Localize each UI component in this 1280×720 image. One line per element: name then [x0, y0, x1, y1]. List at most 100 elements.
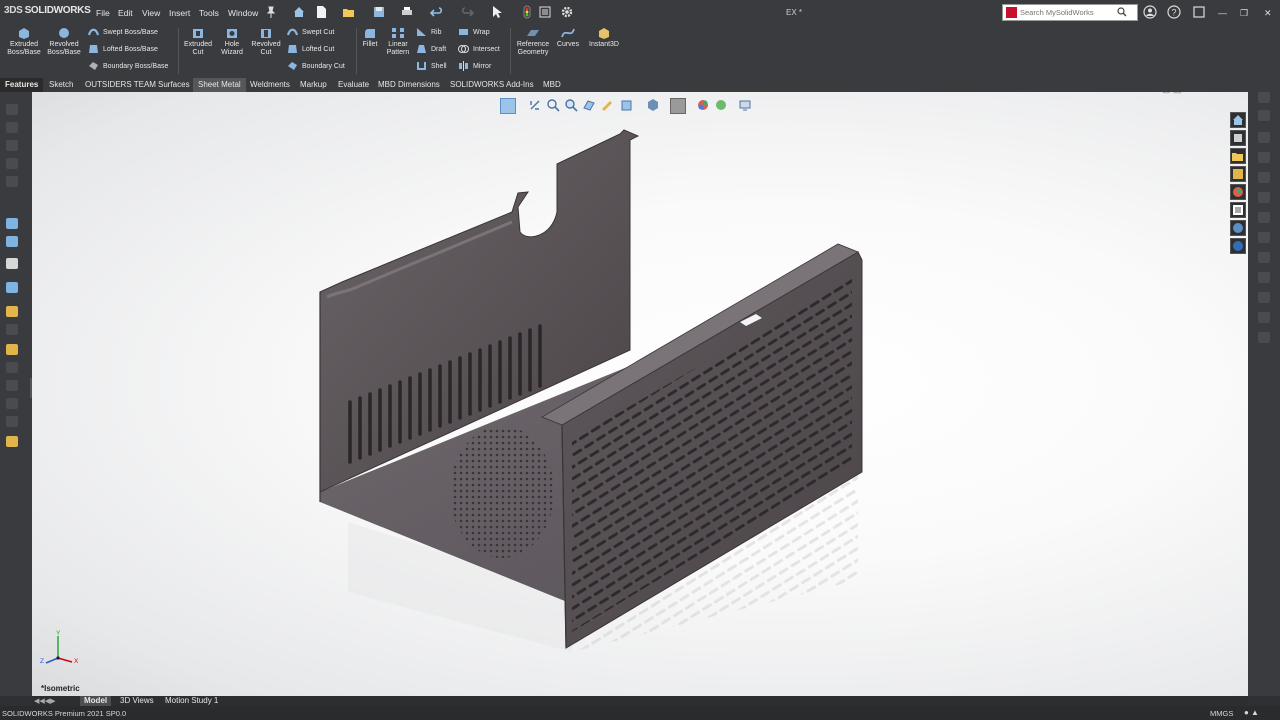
swept-boss-button[interactable]: Swept Boss/Base	[88, 27, 158, 39]
sheet-metal-icon[interactable]	[6, 218, 18, 229]
tab-surfaces[interactable]: Surfaces	[153, 78, 195, 92]
menu-tools[interactable]: Tools	[199, 8, 219, 18]
custom-properties-icon[interactable]	[1230, 202, 1246, 218]
toolbar-icon[interactable]	[1258, 332, 1270, 343]
corners-icon[interactable]	[6, 416, 18, 427]
toolbar-icon[interactable]	[1258, 272, 1270, 283]
dimxpert-icon[interactable]	[6, 158, 18, 169]
units-indicator[interactable]: MMGS	[1210, 709, 1233, 718]
edge-flange-icon[interactable]	[6, 282, 18, 293]
configuration-manager-icon[interactable]	[6, 140, 18, 151]
forming-tool-icon[interactable]	[6, 436, 18, 447]
jog-icon[interactable]	[6, 362, 18, 373]
tab-3d-views[interactable]: 3D Views	[116, 696, 158, 706]
instant3d-button[interactable]: Instant3D	[585, 27, 623, 49]
property-manager-icon[interactable]	[6, 122, 18, 133]
toolbar-icon[interactable]	[1258, 152, 1270, 163]
curves-button[interactable]: Curves	[554, 27, 582, 49]
rebuild-icon[interactable]	[520, 5, 534, 19]
tab-outsiders-team[interactable]: OUTSIDERS TEAM	[80, 78, 161, 92]
miter-flange-icon[interactable]	[6, 306, 18, 317]
open-icon[interactable]	[342, 5, 356, 19]
hem-icon[interactable]	[6, 324, 18, 335]
hole-wizard-button[interactable]: Hole Wizard	[217, 27, 247, 57]
tab-solidworks-add-ins[interactable]: SOLIDWORKS Add-Ins	[445, 78, 539, 92]
tab-markup[interactable]: Markup	[295, 78, 332, 92]
extruded-boss-button[interactable]: Extruded Boss/Base	[6, 27, 42, 57]
search-box[interactable]	[1002, 4, 1138, 21]
save-icon[interactable]	[372, 5, 386, 19]
file-properties-icon[interactable]	[538, 5, 552, 19]
rib-button[interactable]: Rib	[416, 27, 442, 39]
notifications-icon[interactable]	[1192, 5, 1206, 21]
display-manager-icon[interactable]	[6, 176, 18, 187]
base-flange-icon[interactable]	[6, 236, 18, 247]
tab-motion-study-1[interactable]: Motion Study 1	[161, 696, 222, 706]
appearances-icon[interactable]	[1230, 184, 1246, 200]
menu-view[interactable]: View	[142, 8, 160, 18]
home-icon[interactable]	[292, 5, 306, 19]
solidworks-logo[interactable]: 3DS SOLIDWORKS	[4, 5, 91, 16]
sheet-metal-enclosure-model[interactable]	[32, 92, 1248, 696]
toolbar-icon[interactable]	[1258, 232, 1270, 243]
revolved-cut-button[interactable]: Revolved Cut	[249, 27, 283, 57]
menu-edit[interactable]: Edit	[118, 8, 133, 18]
linear-pattern-button[interactable]: Linear Pattern	[384, 27, 412, 57]
user-account-icon[interactable]	[1143, 5, 1157, 21]
menu-window[interactable]: Window	[228, 8, 258, 18]
solidworks-forum-icon[interactable]	[1230, 220, 1246, 236]
menu-insert[interactable]: Insert	[169, 8, 190, 18]
solidworks-resources-icon[interactable]	[1230, 112, 1246, 128]
tab-weldments[interactable]: Weldments	[245, 78, 295, 92]
revolved-boss-button[interactable]: Revolved Boss/Base	[45, 27, 83, 57]
help-icon[interactable]: ?	[1167, 5, 1181, 21]
tab-features[interactable]: Features	[0, 78, 44, 92]
toolbar-icon[interactable]	[1258, 132, 1270, 143]
minimize-icon[interactable]: —	[1218, 8, 1227, 18]
toolbar-icon[interactable]	[1258, 312, 1270, 323]
pin-icon[interactable]	[264, 5, 278, 19]
design-library-icon[interactable]	[1230, 130, 1246, 146]
fillet-button[interactable]: Fillet	[359, 27, 381, 49]
draft-button[interactable]: Draft	[416, 44, 446, 56]
new-document-icon[interactable]	[314, 5, 328, 19]
tab-scroll-icons[interactable]: ◀◀◀▶	[34, 697, 56, 705]
intersect-button[interactable]: Intersect	[458, 44, 500, 56]
extruded-cut-button[interactable]: Extruded Cut	[181, 27, 215, 57]
sketched-bend-icon[interactable]	[6, 380, 18, 391]
tab-mbd[interactable]: MBD	[538, 78, 566, 92]
3dexperience-icon[interactable]	[1230, 238, 1246, 254]
boundary-cut-button[interactable]: Boundary Cut	[287, 61, 345, 73]
convert-to-sheet-metal-icon[interactable]	[6, 258, 18, 269]
toolbar-icon[interactable]	[1258, 292, 1270, 303]
tab-evaluate[interactable]: Evaluate	[333, 78, 374, 92]
reference-geometry-button[interactable]: Reference Geometry	[514, 27, 552, 57]
toolbar-icon[interactable]	[1258, 192, 1270, 203]
view-palette-icon[interactable]	[1230, 166, 1246, 182]
options-gear-icon[interactable]	[560, 5, 574, 19]
swept-cut-button[interactable]: Swept Cut	[287, 27, 334, 39]
cross-break-icon[interactable]	[6, 398, 18, 409]
toolbar-icon[interactable]	[1258, 92, 1270, 103]
status-help-icon[interactable]: ● ▲	[1244, 708, 1259, 717]
lofted-boss-button[interactable]: Lofted Boss/Base	[88, 44, 158, 56]
graphics-area[interactable]: ▢ ▤ — ❐ ✕	[32, 92, 1248, 696]
wrap-button[interactable]: Wrap	[458, 27, 490, 39]
lofted-cut-button[interactable]: Lofted Cut	[287, 44, 334, 56]
select-arrow-icon[interactable]	[490, 5, 504, 19]
toolbar-icon[interactable]	[1258, 172, 1270, 183]
search-input[interactable]	[1020, 6, 1116, 18]
mirror-button[interactable]: Mirror	[458, 61, 491, 73]
undo-icon[interactable]	[429, 5, 444, 19]
flatten-icon[interactable]	[6, 344, 18, 355]
feature-tree-icon[interactable]	[6, 104, 18, 115]
toolbar-icon[interactable]	[1258, 110, 1270, 121]
boundary-boss-button[interactable]: Boundary Boss/Base	[88, 61, 168, 73]
tab-sketch[interactable]: Sketch	[44, 78, 78, 92]
tab-mbd-dimensions[interactable]: MBD Dimensions	[373, 78, 445, 92]
print-icon[interactable]	[400, 5, 414, 19]
tab-sheet-metal[interactable]: Sheet Metal	[193, 78, 246, 92]
tab-model[interactable]: Model	[80, 696, 112, 706]
shell-button[interactable]: Shell	[416, 61, 447, 73]
restore-icon[interactable]: ❐	[1240, 8, 1248, 19]
